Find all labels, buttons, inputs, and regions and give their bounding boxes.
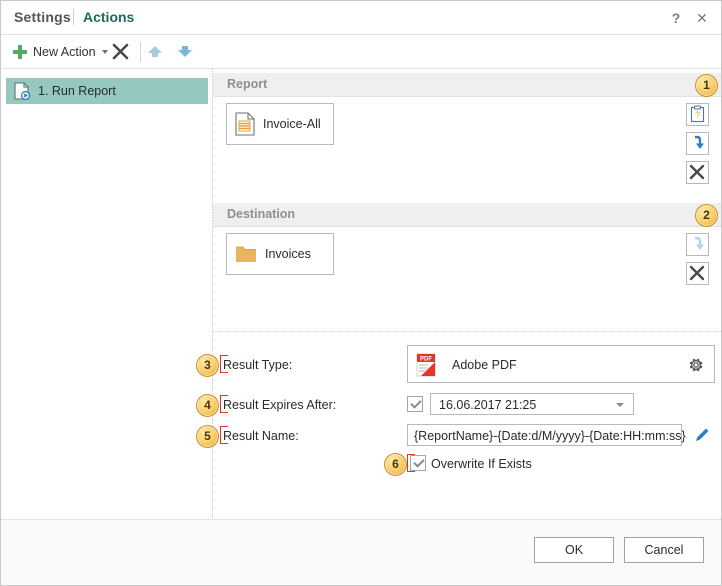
- cancel-button[interactable]: Cancel: [624, 537, 704, 563]
- result-type-field[interactable]: PDF Adobe PDF: [407, 345, 715, 383]
- run-report-icon: [14, 82, 31, 101]
- report-file-icon: [235, 112, 255, 136]
- annotation-badge-6: 6: [384, 453, 407, 476]
- help-icon[interactable]: ?: [667, 9, 685, 27]
- result-expires-label: Result Expires After:: [223, 398, 337, 412]
- annotation-badge-2: 2: [695, 204, 718, 227]
- remove-x-icon: [689, 164, 705, 180]
- svg-text:PDF: PDF: [420, 357, 432, 363]
- sidebar-item-label: 1. Run Report: [38, 84, 116, 98]
- annotation-badge-1: 1: [695, 74, 718, 97]
- new-action-label: New Action: [33, 45, 96, 59]
- folder-icon: [235, 244, 257, 264]
- destination-panel-title: Destination: [227, 207, 296, 221]
- report-panel-header: Report: [213, 73, 721, 97]
- new-action-button[interactable]: New Action: [9, 41, 112, 63]
- breadcrumb-separator: [73, 9, 74, 25]
- destination-panel-body: Invoices: [213, 227, 721, 328]
- result-type-settings-button[interactable]: [688, 357, 704, 376]
- gear-icon: [689, 358, 703, 372]
- sidebar-item-run-report[interactable]: 1. Run Report: [6, 78, 208, 104]
- down-arrow-icon: [694, 236, 704, 250]
- actions-sidebar: 1. Run Report: [1, 69, 212, 518]
- result-type-value: Adobe PDF: [452, 358, 517, 372]
- destination-remove-button[interactable]: [686, 262, 709, 285]
- report-item-label: Invoice-All: [263, 117, 321, 131]
- report-download-button[interactable]: [686, 132, 709, 155]
- result-type-label: Result Type:: [223, 358, 293, 372]
- delete-x-icon: [112, 43, 129, 60]
- title-bar: Settings Actions ? ✕: [1, 1, 721, 35]
- report-remove-button[interactable]: [686, 161, 709, 184]
- result-name-field[interactable]: {ReportName}-{Date:d/M/yyyy}-{Date:HH:mm…: [407, 424, 686, 446]
- chevron-down-icon: [101, 50, 108, 54]
- arrow-up-icon: [148, 46, 162, 53]
- report-item[interactable]: Invoice-All: [226, 103, 334, 145]
- annotation-badge-3: 3: [196, 354, 219, 377]
- annotation-badge-5: 5: [196, 425, 219, 448]
- breadcrumb-settings[interactable]: Settings: [14, 9, 71, 25]
- result-expires-value: 16.06.2017 21:25: [439, 398, 537, 412]
- report-panel-title: Report: [227, 77, 268, 91]
- clipboard-icon: ?: [690, 105, 705, 123]
- destination-download-button: [686, 233, 709, 256]
- delete-action-button[interactable]: [111, 43, 131, 61]
- toolbar: New Action: [1, 35, 721, 69]
- result-name-value: {ReportName}-{Date:d/M/yyyy}-{Date:HH:mm…: [414, 429, 686, 443]
- result-expires-field[interactable]: 16.06.2017 21:25: [430, 393, 634, 415]
- svg-text:?: ?: [695, 110, 700, 120]
- destination-item-label: Invoices: [265, 247, 311, 261]
- actions-settings-dialog: Settings Actions ? ✕ New Action 1. Run R…: [0, 0, 722, 586]
- form-divider: [213, 331, 721, 332]
- result-name-label: Result Name:: [223, 429, 299, 443]
- ok-button[interactable]: OK: [534, 537, 614, 563]
- report-panel-body: Invoice-All ?: [213, 97, 721, 198]
- result-name-edit-button[interactable]: [689, 423, 715, 447]
- chevron-down-icon[interactable]: [616, 403, 624, 407]
- plus-icon: [13, 45, 27, 59]
- breadcrumb-actions[interactable]: Actions: [83, 9, 134, 25]
- close-icon[interactable]: ✕: [693, 9, 711, 27]
- destination-panel-header: Destination: [213, 203, 721, 227]
- toolbar-divider: [140, 42, 141, 62]
- move-up-button[interactable]: [147, 46, 163, 58]
- report-properties-button[interactable]: ?: [686, 103, 709, 126]
- pencil-icon: [696, 428, 709, 441]
- arrow-down-icon: [178, 50, 192, 57]
- pdf-icon: PDF: [416, 353, 441, 377]
- overwrite-label: Overwrite If Exists: [431, 457, 532, 471]
- down-arrow-icon: [694, 135, 704, 149]
- result-expires-checkbox[interactable]: [407, 396, 423, 412]
- overwrite-checkbox[interactable]: [410, 455, 426, 471]
- destination-item[interactable]: Invoices: [226, 233, 334, 275]
- remove-x-icon: [689, 265, 705, 281]
- annotation-badge-4: 4: [196, 394, 219, 417]
- dialog-footer: OK Cancel: [1, 519, 721, 585]
- move-down-button[interactable]: [177, 46, 193, 58]
